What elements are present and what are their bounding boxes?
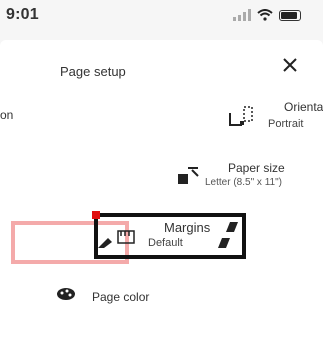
orientation-left-fragment: on [0, 108, 14, 122]
margins-value: Default [148, 237, 183, 249]
page-color-icon [57, 288, 75, 300]
paper-size-label[interactable]: Paper size [228, 161, 285, 175]
status-icons [233, 9, 301, 21]
orientation-value: Portrait [268, 118, 304, 130]
sheet-title: Page setup [60, 64, 126, 79]
orientation-label[interactable]: Orienta [284, 100, 323, 114]
status-time: 9:01 [6, 6, 39, 23]
margins-right-decoration [218, 222, 238, 248]
wifi-icon [257, 9, 273, 21]
close-icon [283, 58, 297, 72]
battery-icon [279, 9, 301, 21]
page-setup-sheet: Page setup on Orienta Portrait Paper siz… [0, 40, 323, 345]
close-button[interactable] [277, 52, 303, 78]
margins-accent [92, 211, 100, 219]
orientation-icon [229, 106, 253, 126]
paper-size-value: Letter (8.5" x 11") [205, 177, 282, 188]
margins-label[interactable]: Margins [164, 220, 210, 235]
signal-icon [233, 9, 251, 21]
page-color-label[interactable]: Page color [92, 290, 149, 304]
margins-icon [117, 230, 135, 244]
paper-size-icon [178, 167, 199, 184]
margins-left-decoration [98, 238, 112, 248]
